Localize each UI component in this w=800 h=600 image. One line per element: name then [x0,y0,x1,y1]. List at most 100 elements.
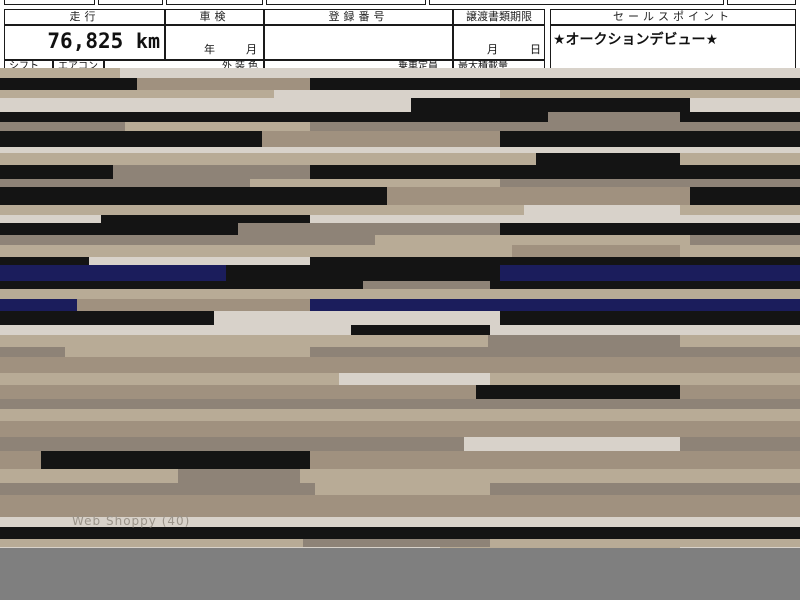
mileage-header: 走行 [4,9,165,25]
photo-strip-segment [339,373,490,385]
photo-strip-segment [101,215,310,223]
photo-strip-segment [226,265,500,281]
top-clipped-cell [4,0,95,5]
transfer-day-label: 日 [530,43,541,56]
photo-strip-segment [536,153,680,165]
photo-strip [0,357,800,373]
vehicle-photo [0,68,800,550]
photo-strip-segment [166,527,300,539]
photo-strip-segment [214,311,500,325]
photo-strip-segment [548,112,680,122]
photo-watermark: Web Shoppy (40) [72,514,191,528]
photo-strip [0,347,800,357]
mileage-value: 76,825 [47,29,124,53]
photo-strip-segment [41,451,310,469]
top-clipped-cell [266,0,426,5]
photo-strip-segment [512,245,680,257]
registration-number-cell [264,25,453,60]
photo-strip-segment [178,469,300,483]
mileage-value-cell: 76,825 km [4,25,165,60]
photo-strip-segment [89,257,310,265]
photo-strip [0,409,800,421]
photo-strip [0,131,800,147]
photo-strip-segment [53,399,310,409]
photo-strip [0,281,800,289]
photo-strip [0,179,800,187]
photo-strip [0,205,800,215]
photo-strip [0,112,800,122]
photo-strip [0,437,800,451]
photo-strip-segment [500,289,680,299]
photo-strip [0,153,800,165]
photo-strip [0,215,800,223]
inspection-value-cell: 年 月 [165,25,264,60]
photo-strip-segment [464,437,680,451]
photo-strip-segment [137,78,310,90]
top-clipped-cell [429,0,724,5]
photo-strip [0,451,800,469]
photo-strip [0,527,800,539]
photo-strip [0,235,800,245]
photo-strip-segment [375,235,690,245]
inspection-year-label: 年 [204,43,215,56]
sales-point-header: セールスポイント [550,9,796,25]
photo-strip [0,78,800,90]
mileage-unit: km [135,29,160,53]
photo-strip-segment [387,187,690,205]
registration-number-header: 登録番号 [264,9,453,25]
photo-strip-segment [524,205,680,215]
photo-strip [0,385,800,399]
photo-strip [0,90,800,98]
photo-strip-segment [0,68,120,78]
photo-strip-segment [274,90,500,98]
inspection-header: 車検 [165,9,264,25]
photo-strip [0,245,800,257]
photo-strip-segment [488,335,680,347]
photo-strip [0,399,800,409]
photo-strip [0,311,800,325]
photo-strip-segment [238,223,500,235]
photo-strip-segment [452,495,680,517]
photo-strip [0,325,800,335]
photo-strip-segment [363,281,490,289]
top-clipped-cell [166,0,263,5]
photo-strip [0,469,800,483]
transfer-month-label: 月 [487,43,498,56]
photo-strip-segment [65,347,310,357]
photo-strip-segment [77,299,310,311]
photo-strip [0,223,800,235]
photo-strip-segment [315,483,490,495]
photo-strip [0,98,800,112]
photo-strip [0,289,800,299]
photo-strip [0,483,800,495]
photo-strip [0,122,800,131]
auction-sheet: 走行 車検 登録番号 譲渡書類期限 セールスポイント 76,825 km 年 月… [0,0,800,600]
photo-strip [0,421,800,437]
photo-strip [0,68,800,78]
photo-strip-segment [476,385,680,399]
photo-strip [0,257,800,265]
photo-strip-segment [327,421,490,437]
photo-strip-segment [411,98,690,112]
bottom-gray-band [0,548,800,600]
photo-strip-segment [190,409,500,421]
photo-strip [0,187,800,205]
top-clipped-cell [727,0,796,5]
photo-strip-segment [202,357,500,373]
photo-strip [0,265,800,281]
photo-strip [0,373,800,385]
photo-strip [0,299,800,311]
sales-point-cell: ★オークションデビュー★ [550,25,796,69]
photo-strip-segment [250,179,500,187]
photo-strip-segment [303,539,490,547]
sales-point-text: ★オークションデビュー★ [553,32,719,48]
inspection-month-label: 月 [246,43,257,56]
photo-strip-segment [125,122,310,131]
photo-strip-segment [113,165,310,179]
photo-strip [0,335,800,347]
photo-strip-segment [351,325,490,335]
transfer-deadline-header: 譲渡書類期限 [453,9,545,25]
photo-strip [0,539,800,547]
photo-strip [0,165,800,179]
photo-strip-segment [262,131,500,147]
